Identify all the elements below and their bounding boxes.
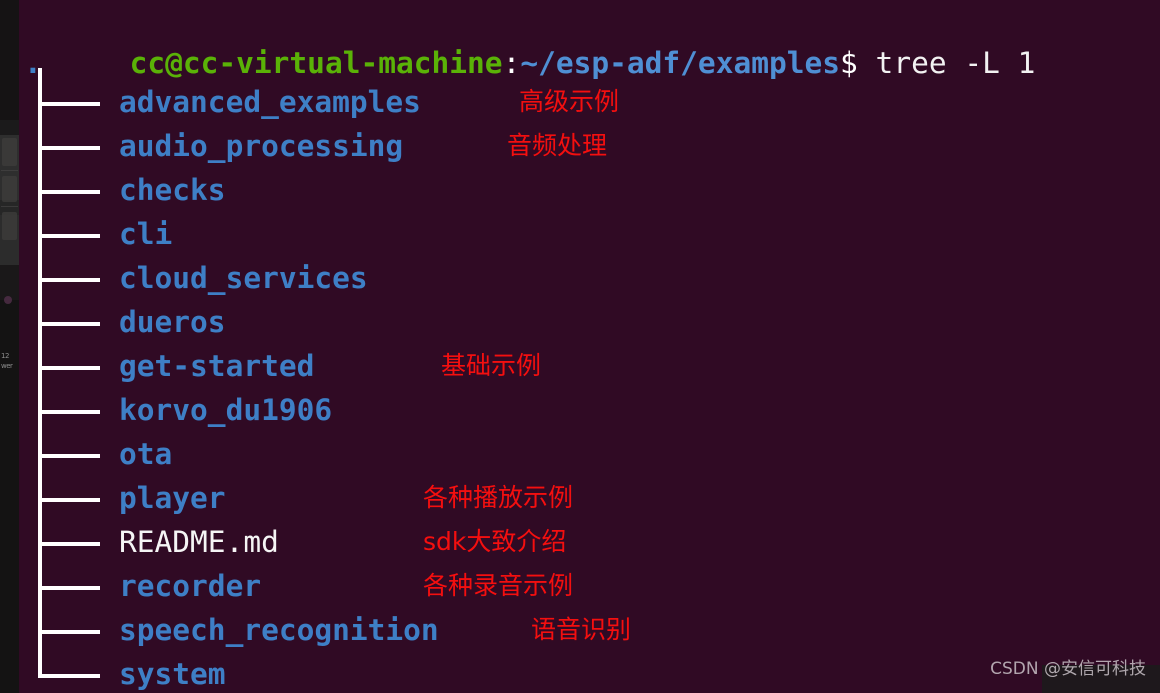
tree-horizontal-line: [38, 498, 100, 502]
terminal-screenshot: 12 wer cc@cc-virtual-machine:~/esp-adf/e…: [0, 0, 1160, 693]
launcher-icon-caption: wer: [1, 362, 13, 370]
directory-entry-name[interactable]: cli: [119, 212, 172, 256]
tree-tee-connector-icon: [25, 124, 117, 168]
red-annotation: 各种录音示例: [423, 571, 574, 600]
tree-horizontal-line: [38, 190, 100, 194]
directory-entry-name[interactable]: recorder: [119, 564, 261, 608]
tree-horizontal-line: [38, 542, 100, 546]
directory-entry-name[interactable]: korvo_du1906: [119, 388, 332, 432]
file-entry-name[interactable]: README.md: [119, 520, 279, 564]
directory-entry-name[interactable]: advanced_examples: [119, 80, 421, 124]
terminal-content[interactable]: cc@cc-virtual-machine:~/esp-adf/examples…: [19, 0, 1160, 693]
desktop-launcher-sliver: 12 wer: [0, 0, 19, 693]
prompt-sigil: $: [840, 46, 858, 80]
prompt-user-host: cc@cc-virtual-machine: [129, 46, 503, 80]
tree-tee-connector-icon: [25, 344, 117, 388]
launcher-indicator-dot: [4, 296, 12, 304]
tree-horizontal-line: [38, 366, 100, 370]
tree-tee-connector-icon: [25, 520, 117, 564]
tree-horizontal-line: [38, 410, 100, 414]
directory-entry-name[interactable]: audio_processing: [119, 124, 403, 168]
tree-horizontal-line: [38, 146, 100, 150]
launcher-icon: [2, 212, 17, 240]
tree-tee-connector-icon: [25, 608, 117, 652]
directory-entry-name[interactable]: system: [119, 652, 226, 693]
tree-horizontal-line: [38, 322, 100, 326]
red-annotation: 各种播放示例: [423, 483, 574, 512]
launcher-divider: [1, 170, 18, 171]
tree-horizontal-line: [38, 454, 100, 458]
launcher-icon: [2, 176, 17, 202]
launcher-icon-caption: 12: [1, 352, 9, 360]
tree-tee-connector-icon: [25, 564, 117, 608]
tree-tee-connector-icon: [25, 432, 117, 476]
directory-entry-name[interactable]: speech_recognition: [119, 608, 439, 652]
tree-tee-connector-icon: [25, 388, 117, 432]
prompt-path: ~/esp-adf/examples: [520, 46, 841, 80]
red-annotation: 高级示例: [519, 87, 620, 116]
launcher-icon: [2, 138, 17, 166]
tree-horizontal-line: [38, 674, 100, 678]
tree-horizontal-line: [38, 102, 100, 106]
prompt-line: cc@cc-virtual-machine:~/esp-adf/examples…: [23, 0, 1036, 80]
terminal-command: tree -L 1: [857, 46, 1036, 80]
directory-entry-name[interactable]: player: [119, 476, 226, 520]
launcher-divider: [1, 206, 18, 207]
tree-corner-connector-icon: [25, 652, 117, 693]
directory-entry-name[interactable]: cloud_services: [119, 256, 368, 300]
red-annotation: sdk大致介绍: [423, 527, 567, 556]
directory-entry-name[interactable]: dueros: [119, 300, 226, 344]
tree-tee-connector-icon: [25, 300, 117, 344]
tree-horizontal-line: [38, 234, 100, 238]
tree-horizontal-line: [38, 278, 100, 282]
tree-tee-connector-icon: [25, 476, 117, 520]
tree-horizontal-line: [38, 586, 100, 590]
csdn-watermark: CSDN @安信可科技: [990, 659, 1146, 679]
directory-entry-name[interactable]: checks: [119, 168, 226, 212]
tree-tee-connector-icon: [25, 256, 117, 300]
tree-horizontal-line: [38, 630, 100, 634]
red-annotation: 基础示例: [441, 351, 542, 380]
directory-entry-name[interactable]: ota: [119, 432, 172, 476]
tree-tee-connector-icon: [25, 212, 117, 256]
tree-tee-connector-icon: [25, 168, 117, 212]
prompt-separator: :: [502, 46, 521, 80]
red-annotation: 音频处理: [507, 131, 608, 160]
directory-entry-name[interactable]: get-started: [119, 344, 314, 388]
tree-tee-connector-icon: [25, 80, 117, 124]
red-annotation: 语音识别: [531, 615, 632, 644]
